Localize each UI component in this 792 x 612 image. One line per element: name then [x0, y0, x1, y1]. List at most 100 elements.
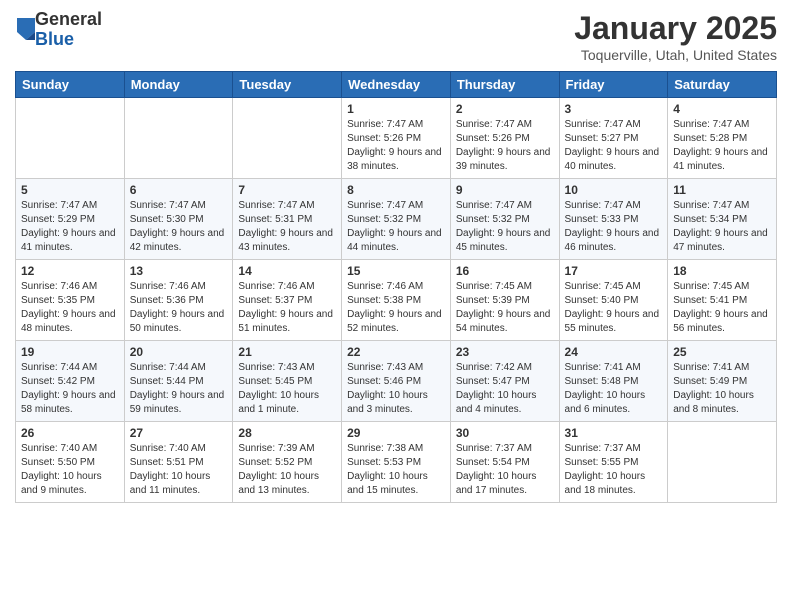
- calendar-cell: 28Sunrise: 7:39 AM Sunset: 5:52 PM Dayli…: [233, 422, 342, 503]
- calendar-cell: 24Sunrise: 7:41 AM Sunset: 5:48 PM Dayli…: [559, 341, 668, 422]
- day-info: Sunrise: 7:41 AM Sunset: 5:49 PM Dayligh…: [673, 361, 771, 417]
- calendar-cell: 26 Sunrise: 7:40 AM Sunset: 5:50 PM Dayli…: [16, 422, 125, 503]
- day-number: 10: [565, 183, 663, 197]
- calendar-cell: 18 Sunrise: 7:45 AM Sunset: 5:41 PM Dayli…: [668, 260, 777, 341]
- calendar-cell: [124, 98, 233, 179]
- calendar-week-row: 5 Sunrise: 7:47 AM Sunset: 5:29 PM Daylig…: [16, 179, 777, 260]
- calendar-cell: 30 Sunrise: 7:37 AM Sunset: 5:54 PM Dayli…: [450, 422, 559, 503]
- calendar-cell: 7 Sunrise: 7:47 AM Sunset: 5:31 PM Daylig…: [233, 179, 342, 260]
- calendar-cell: 3 Sunrise: 7:47 AM Sunset: 5:27 PM Daylig…: [559, 98, 668, 179]
- day-info: Sunrise: 7:40 AM Sunset: 5:51 PM Dayligh…: [130, 442, 228, 498]
- day-info: Sunrise: 7:47 AM Sunset: 5:26 PM Dayligh…: [456, 118, 554, 174]
- day-number: 27: [130, 426, 228, 440]
- day-number: 1: [347, 102, 445, 116]
- day-info: Sunrise: 7:47 AM Sunset: 5:32 PM Dayligh…: [347, 199, 445, 255]
- calendar-cell: 22Sunrise: 7:43 AM Sunset: 5:46 PM Dayli…: [342, 341, 451, 422]
- day-info: Sunrise: 7:37 AM Sunset: 5:54 PM Dayligh…: [456, 442, 554, 498]
- weekday-header: Wednesday: [342, 72, 451, 98]
- calendar-cell: 4 Sunrise: 7:47 AM Sunset: 5:28 PM Daylig…: [668, 98, 777, 179]
- calendar-cell: [16, 98, 125, 179]
- logo-blue-text: Blue: [35, 30, 102, 50]
- month-title: January 2025: [574, 10, 777, 47]
- calendar-cell: [233, 98, 342, 179]
- day-info: Sunrise: 7:45 AM Sunset: 5:41 PM Dayligh…: [673, 280, 771, 336]
- day-number: 23: [456, 345, 554, 359]
- day-number: 2: [456, 102, 554, 116]
- day-number: 9: [456, 183, 554, 197]
- day-info: Sunrise: 7:46 AM Sunset: 5:38 PM Dayligh…: [347, 280, 445, 336]
- weekday-header: Thursday: [450, 72, 559, 98]
- day-info: Sunrise: 7:37 AM Sunset: 5:55 PM Dayligh…: [565, 442, 663, 498]
- day-number: 4: [673, 102, 771, 116]
- calendar-week-row: 26 Sunrise: 7:40 AM Sunset: 5:50 PM Dayli…: [16, 422, 777, 503]
- day-info: Sunrise: 7:46 AM Sunset: 5:35 PM Dayligh…: [21, 280, 119, 336]
- day-info: Sunrise: 7:40 AM Sunset: 5:50 PM Dayligh…: [21, 442, 119, 498]
- calendar-cell: 10 Sunrise: 7:47 AM Sunset: 5:33 PM Dayli…: [559, 179, 668, 260]
- logo-general-text: General: [35, 10, 102, 30]
- weekday-header: Sunday: [16, 72, 125, 98]
- location: Toquerville, Utah, United States: [574, 47, 777, 63]
- calendar-cell: 23 Sunrise: 7:42 AM Sunset: 5:47 PM Dayli…: [450, 341, 559, 422]
- logo: General Blue: [15, 10, 102, 50]
- day-info: Sunrise: 7:47 AM Sunset: 5:26 PM Dayligh…: [347, 118, 445, 174]
- day-info: Sunrise: 7:42 AM Sunset: 5:47 PM Dayligh…: [456, 361, 554, 417]
- day-number: 3: [565, 102, 663, 116]
- day-number: 14: [238, 264, 336, 278]
- day-number: 16: [456, 264, 554, 278]
- day-info: Sunrise: 7:47 AM Sunset: 5:28 PM Dayligh…: [673, 118, 771, 174]
- weekday-header: Friday: [559, 72, 668, 98]
- day-info: Sunrise: 7:47 AM Sunset: 5:29 PM Dayligh…: [21, 199, 119, 255]
- logo-icon: [17, 18, 35, 40]
- calendar-cell: 21 Sunrise: 7:43 AM Sunset: 5:45 PM Dayli…: [233, 341, 342, 422]
- calendar-cell: 2 Sunrise: 7:47 AM Sunset: 5:26 PM Daylig…: [450, 98, 559, 179]
- day-number: 21: [238, 345, 336, 359]
- day-number: 18: [673, 264, 771, 278]
- day-info: Sunrise: 7:43 AM Sunset: 5:45 PM Dayligh…: [238, 361, 336, 417]
- calendar-cell: 6 Sunrise: 7:47 AM Sunset: 5:30 PM Daylig…: [124, 179, 233, 260]
- calendar-cell: 31 Sunrise: 7:37 AM Sunset: 5:55 PM Dayli…: [559, 422, 668, 503]
- day-number: 29: [347, 426, 445, 440]
- day-info: Sunrise: 7:45 AM Sunset: 5:39 PM Dayligh…: [456, 280, 554, 336]
- calendar-cell: 8Sunrise: 7:47 AM Sunset: 5:32 PM Daylig…: [342, 179, 451, 260]
- day-number: 6: [130, 183, 228, 197]
- day-number: 26: [21, 426, 119, 440]
- day-info: Sunrise: 7:47 AM Sunset: 5:32 PM Dayligh…: [456, 199, 554, 255]
- header: General Blue January 2025 Toquerville, U…: [15, 10, 777, 63]
- day-number: 28: [238, 426, 336, 440]
- title-section: January 2025 Toquerville, Utah, United S…: [574, 10, 777, 63]
- calendar-week-row: 12 Sunrise: 7:46 AM Sunset: 5:35 PM Dayli…: [16, 260, 777, 341]
- day-info: Sunrise: 7:44 AM Sunset: 5:42 PM Dayligh…: [21, 361, 119, 417]
- day-number: 7: [238, 183, 336, 197]
- calendar-cell: 11Sunrise: 7:47 AM Sunset: 5:34 PM Dayli…: [668, 179, 777, 260]
- day-info: Sunrise: 7:47 AM Sunset: 5:27 PM Dayligh…: [565, 118, 663, 174]
- calendar-cell: 17 Sunrise: 7:45 AM Sunset: 5:40 PM Dayli…: [559, 260, 668, 341]
- calendar-cell: 20 Sunrise: 7:44 AM Sunset: 5:44 PM Dayli…: [124, 341, 233, 422]
- day-info: Sunrise: 7:44 AM Sunset: 5:44 PM Dayligh…: [130, 361, 228, 417]
- weekday-header: Monday: [124, 72, 233, 98]
- weekday-header-row: SundayMondayTuesdayWednesdayThursdayFrid…: [16, 72, 777, 98]
- main-container: General Blue January 2025 Toquerville, U…: [0, 0, 792, 513]
- weekday-header: Tuesday: [233, 72, 342, 98]
- day-info: Sunrise: 7:47 AM Sunset: 5:30 PM Dayligh…: [130, 199, 228, 255]
- calendar-cell: 29Sunrise: 7:38 AM Sunset: 5:53 PM Dayli…: [342, 422, 451, 503]
- day-info: Sunrise: 7:47 AM Sunset: 5:31 PM Dayligh…: [238, 199, 336, 255]
- day-number: 17: [565, 264, 663, 278]
- calendar-cell: 15Sunrise: 7:46 AM Sunset: 5:38 PM Dayli…: [342, 260, 451, 341]
- calendar-table: SundayMondayTuesdayWednesdayThursdayFrid…: [15, 71, 777, 503]
- calendar-cell: 14Sunrise: 7:46 AM Sunset: 5:37 PM Dayli…: [233, 260, 342, 341]
- calendar-cell: 16 Sunrise: 7:45 AM Sunset: 5:39 PM Dayli…: [450, 260, 559, 341]
- calendar-cell: 5 Sunrise: 7:47 AM Sunset: 5:29 PM Daylig…: [16, 179, 125, 260]
- day-number: 30: [456, 426, 554, 440]
- day-info: Sunrise: 7:45 AM Sunset: 5:40 PM Dayligh…: [565, 280, 663, 336]
- day-number: 11: [673, 183, 771, 197]
- day-number: 25: [673, 345, 771, 359]
- calendar-cell: 12 Sunrise: 7:46 AM Sunset: 5:35 PM Dayli…: [16, 260, 125, 341]
- calendar-cell: 9 Sunrise: 7:47 AM Sunset: 5:32 PM Daylig…: [450, 179, 559, 260]
- day-number: 20: [130, 345, 228, 359]
- day-number: 31: [565, 426, 663, 440]
- day-info: Sunrise: 7:41 AM Sunset: 5:48 PM Dayligh…: [565, 361, 663, 417]
- day-number: 12: [21, 264, 119, 278]
- day-number: 5: [21, 183, 119, 197]
- day-info: Sunrise: 7:47 AM Sunset: 5:33 PM Dayligh…: [565, 199, 663, 255]
- day-number: 19: [21, 345, 119, 359]
